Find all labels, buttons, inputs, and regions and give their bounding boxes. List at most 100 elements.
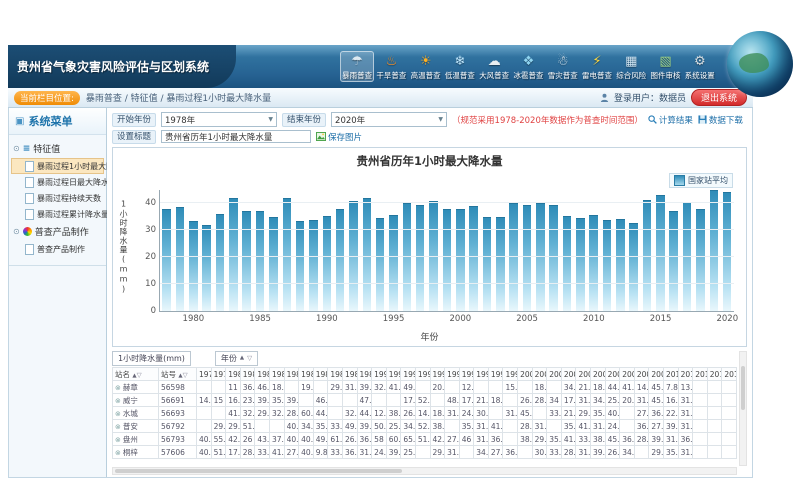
bar-1999[interactable] bbox=[443, 209, 452, 311]
bar-1986[interactable] bbox=[269, 217, 278, 311]
bar-1989[interactable] bbox=[309, 220, 318, 311]
sidebar-item[interactable]: 暴雨过程日最大降水量 bbox=[11, 174, 104, 190]
row-expand-icon[interactable]: ⊗ bbox=[115, 384, 121, 392]
col-header-year[interactable]: 1994 bbox=[430, 368, 445, 381]
filter-icon[interactable]: ▽ bbox=[247, 354, 252, 362]
bar-2019[interactable] bbox=[710, 190, 719, 311]
nav-item-10[interactable]: ▧图件审核 bbox=[648, 51, 682, 82]
chart-title-input[interactable] bbox=[161, 130, 311, 143]
expand-icon[interactable]: ⊙ bbox=[13, 227, 20, 236]
col-header-year[interactable]: 2009 bbox=[649, 368, 664, 381]
bar-1979[interactable] bbox=[176, 207, 185, 311]
measure-selector[interactable]: 1小时降水量(mm) bbox=[112, 351, 191, 366]
bar-2020[interactable] bbox=[723, 192, 732, 311]
col-header-year[interactable]: 1992 bbox=[401, 368, 416, 381]
col-header-year[interactable]: 2012 bbox=[693, 368, 708, 381]
col-header-year[interactable]: 2002 bbox=[547, 368, 562, 381]
col-header-year[interactable]: 2004 bbox=[576, 368, 591, 381]
tree-group-2[interactable]: ⊙普查产品制作 bbox=[11, 222, 104, 241]
bar-1997[interactable] bbox=[416, 205, 425, 311]
vertical-scrollbar-thumb[interactable] bbox=[741, 366, 745, 410]
filter-icon[interactable]: ▽ bbox=[137, 371, 142, 379]
bar-1985[interactable] bbox=[256, 211, 265, 311]
nav-item-8[interactable]: ⚡雷电普查 bbox=[580, 51, 614, 82]
col-header-year[interactable]: 1978 bbox=[197, 368, 212, 381]
col-header-year[interactable]: 1986 bbox=[313, 368, 328, 381]
bar-2000[interactable] bbox=[456, 209, 465, 311]
col-header-year[interactable]: 2000 bbox=[518, 368, 533, 381]
col-header-year[interactable]: 2005 bbox=[591, 368, 606, 381]
filter-icon[interactable]: ▽ bbox=[183, 371, 188, 379]
horizontal-scrollbar[interactable] bbox=[112, 467, 737, 475]
station-name-cell[interactable]: ⊗桐梓 bbox=[113, 446, 159, 459]
tree-group-1[interactable]: ⊙≡特征值 bbox=[11, 139, 104, 158]
bar-1984[interactable] bbox=[242, 211, 251, 311]
horizontal-scrollbar-thumb[interactable] bbox=[115, 469, 402, 473]
col-header-year[interactable]: 1989 bbox=[357, 368, 372, 381]
col-header-year[interactable]: 1988 bbox=[342, 368, 357, 381]
col-header-year[interactable]: 1991 bbox=[386, 368, 401, 381]
col-header-year[interactable]: 1983 bbox=[269, 368, 284, 381]
sidebar-item[interactable]: 暴雨过程1小时最大降水量 bbox=[11, 158, 104, 174]
station-name-cell[interactable]: ⊗普安 bbox=[113, 420, 159, 433]
col-header-year[interactable]: 1997 bbox=[474, 368, 489, 381]
sidebar-item[interactable]: 暴雨过程持续天数 bbox=[11, 190, 104, 206]
col-header-year[interactable]: 1995 bbox=[445, 368, 460, 381]
bar-2016[interactable] bbox=[669, 211, 678, 311]
bar-2012[interactable] bbox=[616, 219, 625, 311]
station-name-cell[interactable]: ⊗盘州 bbox=[113, 433, 159, 446]
bar-2002[interactable] bbox=[483, 217, 492, 311]
bar-1994[interactable] bbox=[376, 218, 385, 311]
col-header-year[interactable]: 2014 bbox=[722, 368, 737, 381]
col-header-year[interactable]: 2007 bbox=[620, 368, 635, 381]
station-name-cell[interactable]: ⊗赫章 bbox=[113, 381, 159, 394]
row-expand-icon[interactable]: ⊗ bbox=[115, 410, 121, 418]
col-header-year[interactable]: 1987 bbox=[328, 368, 343, 381]
bar-2015[interactable] bbox=[656, 195, 665, 311]
col-header-year[interactable]: 1999 bbox=[503, 368, 518, 381]
station-name-cell[interactable]: ⊗水城 bbox=[113, 407, 159, 420]
col-header-year[interactable]: 2001 bbox=[532, 368, 547, 381]
start-year-select[interactable]: 1978年 ▼ bbox=[161, 112, 277, 127]
row-expand-icon[interactable]: ⊗ bbox=[115, 449, 121, 457]
save-image-button[interactable]: 保存图片 bbox=[316, 131, 362, 143]
bar-1982[interactable] bbox=[216, 214, 225, 311]
logout-button[interactable]: 退出系统 bbox=[691, 89, 747, 106]
nav-item-11[interactable]: ⚙系统设置 bbox=[683, 51, 717, 82]
calculate-button[interactable]: 计算结果 bbox=[648, 114, 693, 126]
col-header-year[interactable]: 1998 bbox=[488, 368, 503, 381]
bar-1987[interactable] bbox=[283, 198, 292, 311]
sidebar-item[interactable]: 普查产品制作 bbox=[11, 241, 104, 257]
col-header-year[interactable]: 1979 bbox=[211, 368, 226, 381]
bar-1983[interactable] bbox=[229, 198, 238, 311]
row-expand-icon[interactable]: ⊗ bbox=[115, 397, 121, 405]
end-year-select[interactable]: 2020年 ▼ bbox=[331, 112, 447, 127]
col-header-year[interactable]: 2013 bbox=[707, 368, 722, 381]
col-header-year[interactable]: 1982 bbox=[255, 368, 270, 381]
col-header-year[interactable]: 2006 bbox=[605, 368, 620, 381]
col-header-year[interactable]: 1984 bbox=[284, 368, 299, 381]
bar-1980[interactable] bbox=[189, 221, 198, 311]
bar-1991[interactable] bbox=[336, 209, 345, 311]
download-button[interactable]: 数据下载 bbox=[698, 114, 743, 126]
nav-item-5[interactable]: ☁大风普查 bbox=[477, 51, 511, 82]
sort-asc-icon[interactable]: ▲ bbox=[240, 355, 244, 361]
row-expand-icon[interactable]: ⊗ bbox=[115, 423, 121, 431]
bar-2001[interactable] bbox=[469, 206, 478, 311]
col-header-year[interactable]: 1985 bbox=[299, 368, 314, 381]
bar-2005[interactable] bbox=[523, 205, 532, 311]
nav-item-6[interactable]: ❖冰雹普查 bbox=[511, 51, 545, 82]
bar-2009[interactable] bbox=[576, 218, 585, 311]
bar-2011[interactable] bbox=[603, 220, 612, 311]
bar-1993[interactable] bbox=[363, 198, 372, 311]
col-header-year[interactable]: 1996 bbox=[459, 368, 474, 381]
bar-2007[interactable] bbox=[549, 205, 558, 311]
column-dimension-selector[interactable]: 年份 ▲ ▽ bbox=[215, 351, 258, 366]
row-expand-icon[interactable]: ⊗ bbox=[115, 436, 121, 444]
bar-1981[interactable] bbox=[202, 225, 211, 311]
col-header-year[interactable]: 2008 bbox=[634, 368, 649, 381]
bar-2013[interactable] bbox=[629, 223, 638, 311]
col-header-year[interactable]: 1981 bbox=[240, 368, 255, 381]
bar-2018[interactable] bbox=[696, 209, 705, 311]
nav-item-1[interactable]: ☂暴雨普查 bbox=[340, 51, 374, 82]
